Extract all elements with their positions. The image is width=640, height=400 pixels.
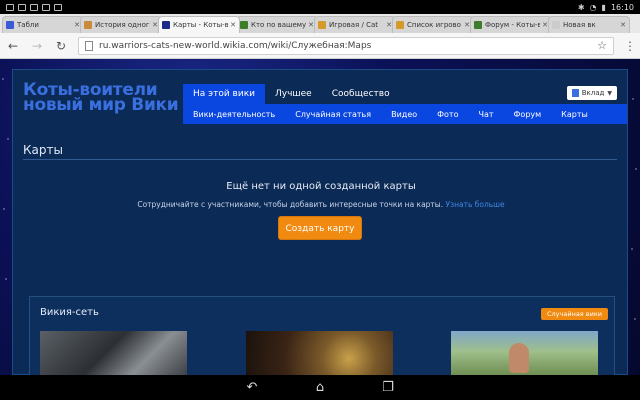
tab-strip: Табли ✕ История одног ✕ Карты - Коты-в ✕ Кто п… <box>0 14 640 33</box>
android-nav-bar: ↶ ⌂ ❐ <box>0 375 640 400</box>
browser-tab[interactable]: Список игрово ✕ <box>392 16 474 33</box>
notification-icons <box>6 3 62 11</box>
favicon-icon <box>318 21 326 29</box>
browser-tab[interactable]: Новая вк ✕ <box>548 16 630 33</box>
wiki-subnav: Вики-деятельность Случайная статья Видео Фо… <box>183 104 627 124</box>
browser-tab[interactable]: История одног ✕ <box>80 16 162 33</box>
tab-title: Кто по вашему <box>251 21 307 29</box>
tab-title: История одног <box>95 21 150 29</box>
web-page: Коты-воители новый мир Вики На этой вики… <box>0 59 640 375</box>
wiki-subnav-link[interactable]: Вики-деятельность <box>193 110 275 119</box>
home-icon[interactable]: ⌂ <box>311 380 329 395</box>
wiki-wordmark[interactable]: Коты-воители новый мир Вики <box>23 82 179 115</box>
empty-state-description: Сотрудничайте с участниками, чтобы добав… <box>13 200 629 209</box>
wiki-subnav-link[interactable]: Случайная статья <box>295 110 371 119</box>
notification-icon <box>30 3 38 11</box>
network-thumbnail[interactable] <box>40 331 187 375</box>
page-title: Карты <box>23 143 63 157</box>
wiki-header: Коты-воители новый мир Вики На этой вики… <box>13 70 629 126</box>
wiki-subnav-link[interactable]: Форум <box>514 110 542 119</box>
wiki-nav-tab[interactable]: Сообщество <box>322 84 400 104</box>
network-thumbnail[interactable] <box>246 331 393 375</box>
favicon-icon <box>552 21 560 29</box>
clock: 16:10 <box>610 2 634 12</box>
back-icon[interactable]: ↶ <box>243 380 261 395</box>
favicon-icon <box>396 21 404 29</box>
battery-icon: ▮ <box>601 2 606 12</box>
contribute-button[interactable]: Вклад ▼ <box>566 86 617 100</box>
wiki-container: Коты-воители новый мир Вики На этой вики… <box>12 69 628 375</box>
random-wiki-button[interactable]: Случайная вики <box>540 308 608 320</box>
page-icon <box>85 40 93 51</box>
network-title: Викия-сеть <box>40 307 99 318</box>
tab-title: Форум - Коты-в <box>485 21 541 29</box>
tab-title: Табли <box>17 21 39 29</box>
wiki-subnav-link[interactable]: Фото <box>437 110 458 119</box>
bluetooth-icon: ✱ <box>577 2 585 12</box>
empty-state-text: Сотрудничайте с участниками, чтобы добав… <box>137 200 444 209</box>
notification-icon <box>6 3 14 11</box>
recents-icon[interactable]: ❐ <box>379 380 397 395</box>
title-divider <box>23 159 617 160</box>
browser-tab[interactable]: Форум - Коты-в ✕ <box>470 16 552 33</box>
chevron-down-icon: ▼ <box>607 89 612 97</box>
favicon-icon <box>84 21 92 29</box>
reload-icon[interactable]: ↻ <box>54 39 68 53</box>
favicon-icon <box>6 21 14 29</box>
favicon-icon <box>240 21 248 29</box>
notification-icon <box>42 3 50 11</box>
browser-tab[interactable]: Карты - Коты-в ✕ <box>158 16 240 33</box>
tab-title: Список игрово <box>407 21 461 29</box>
menu-dots-icon[interactable]: ⋮ <box>624 39 636 53</box>
wiki-subnav-link[interactable]: Чат <box>478 110 493 119</box>
tab-title: Карты - Коты-в <box>173 21 229 29</box>
wiki-nav: На этой вики Лучшее Сообщество <box>183 84 400 104</box>
bookmark-star-icon[interactable]: ☆ <box>597 39 607 52</box>
empty-state-title: Ещё нет ни одной созданной карты <box>226 181 416 192</box>
wikia-network-section: Викия-сеть Случайная вики <box>29 296 615 375</box>
favicon-icon <box>162 21 170 29</box>
network-thumbnail[interactable] <box>451 331 598 375</box>
wiki-subnav-link[interactable]: Карты <box>561 110 588 119</box>
wiki-nav-tab[interactable]: Лучшее <box>265 84 322 104</box>
browser-toolbar: ← → ↻ ru.warriors-cats-new-world.wikia.c… <box>0 33 640 59</box>
notification-icon <box>18 3 26 11</box>
tab-title: Новая вк <box>563 21 596 29</box>
url-text[interactable]: ru.warriors-cats-new-world.wikia.com/wik… <box>99 41 597 51</box>
learn-more-link[interactable]: Узнать больше <box>446 200 505 209</box>
browser-tab[interactable]: Табли ✕ <box>2 16 84 33</box>
wiki-subnav-link[interactable]: Видео <box>391 110 417 119</box>
browser-tab[interactable]: Игровая / Cat ✕ <box>314 16 396 33</box>
document-icon <box>571 89 579 97</box>
close-icon[interactable]: ✕ <box>620 21 626 29</box>
wiki-nav-tab[interactable]: На этой вики <box>183 84 265 104</box>
forward-arrow-icon[interactable]: → <box>30 39 44 53</box>
wifi-icon: ◔ <box>589 2 597 12</box>
browser-tab[interactable]: Кто по вашему ✕ <box>236 16 318 33</box>
back-arrow-icon[interactable]: ← <box>6 39 20 53</box>
close-icon[interactable]: ✕ <box>230 21 236 29</box>
create-map-button[interactable]: Создать карту <box>278 216 362 240</box>
wordmark-line: новый мир Вики <box>23 95 179 115</box>
contribute-label: Вклад <box>581 89 605 97</box>
favicon-icon <box>474 21 482 29</box>
status-bar: ✱ ◔ ▮ 16:10 <box>0 0 640 14</box>
tab-title: Игровая / Cat <box>329 21 378 29</box>
notification-icon <box>54 3 62 11</box>
address-bar[interactable]: ru.warriors-cats-new-world.wikia.com/wik… <box>78 36 614 55</box>
